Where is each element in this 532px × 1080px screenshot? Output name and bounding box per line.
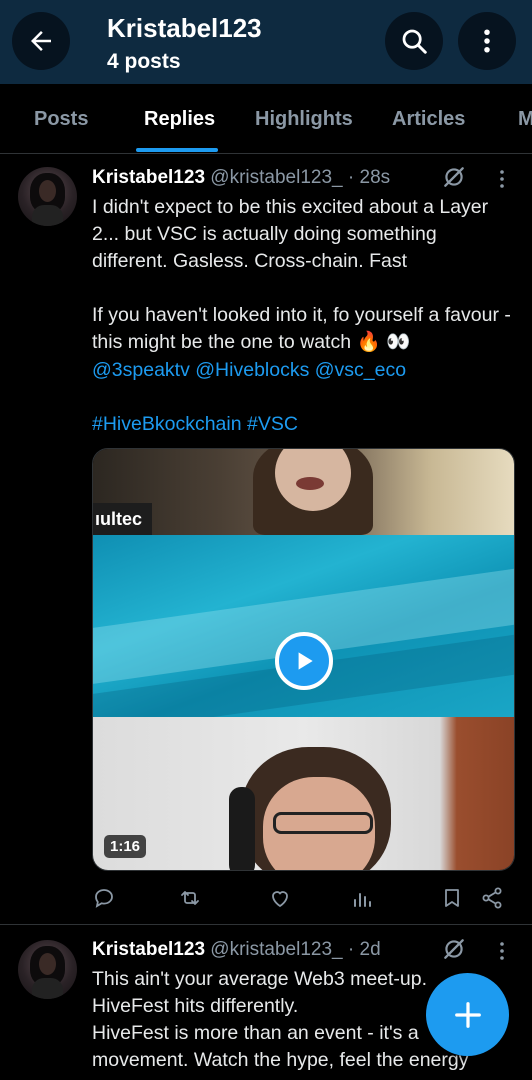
- retweet-icon[interactable]: [178, 886, 202, 910]
- author-name[interactable]: Kristabel123: [92, 939, 205, 960]
- tweet-more-icon[interactable]: [492, 940, 512, 962]
- video-player[interactable]: ıultec 1:16: [92, 448, 515, 871]
- tweet-header: Kristabel123 @kristabel123_ · 28s: [92, 167, 390, 189]
- tweet-hashtags[interactable]: #HiveBkockchain #VSC: [92, 411, 517, 438]
- grok-icon[interactable]: [441, 164, 467, 190]
- compose-button[interactable]: [426, 973, 509, 1056]
- video-frame-top: [93, 449, 514, 535]
- tweet-mentions[interactable]: @3speaktv @Hiveblocks @vsc_eco: [92, 357, 517, 384]
- tweet-time: · 28s: [347, 167, 391, 188]
- tweet-text: I didn't expect to be this excited about…: [92, 196, 494, 272]
- tweet[interactable]: Kristabel123 @kristabel123_ · 28s I didn…: [0, 0, 532, 924]
- tweet-text-2: If you haven't looked into it, fo yourse…: [92, 304, 511, 353]
- grok-icon[interactable]: [441, 936, 467, 962]
- avatar[interactable]: [18, 940, 77, 999]
- video-name-tag: ıultec: [93, 503, 153, 535]
- tweet-actions: [92, 884, 517, 914]
- tweet-header: Kristabel123 @kristabel123_ · 2d: [92, 939, 381, 961]
- video-frame-bottom: [93, 717, 514, 870]
- author-handle[interactable]: @kristabel123_: [210, 939, 342, 960]
- author-name[interactable]: Kristabel123: [92, 167, 205, 188]
- like-icon[interactable]: [268, 886, 292, 910]
- author-handle[interactable]: @kristabel123_: [210, 167, 342, 188]
- play-icon: [298, 652, 313, 670]
- bookmark-icon[interactable]: [440, 886, 464, 910]
- views-icon[interactable]: [350, 886, 374, 910]
- plus-icon: [454, 1001, 481, 1028]
- tweet-time: · 2d: [347, 939, 381, 960]
- reply-icon[interactable]: [92, 886, 116, 910]
- share-icon[interactable]: [480, 886, 504, 910]
- tweet-more-icon[interactable]: [492, 168, 512, 190]
- avatar[interactable]: [18, 167, 77, 226]
- play-button[interactable]: [275, 632, 333, 690]
- video-duration: 1:16: [104, 835, 147, 858]
